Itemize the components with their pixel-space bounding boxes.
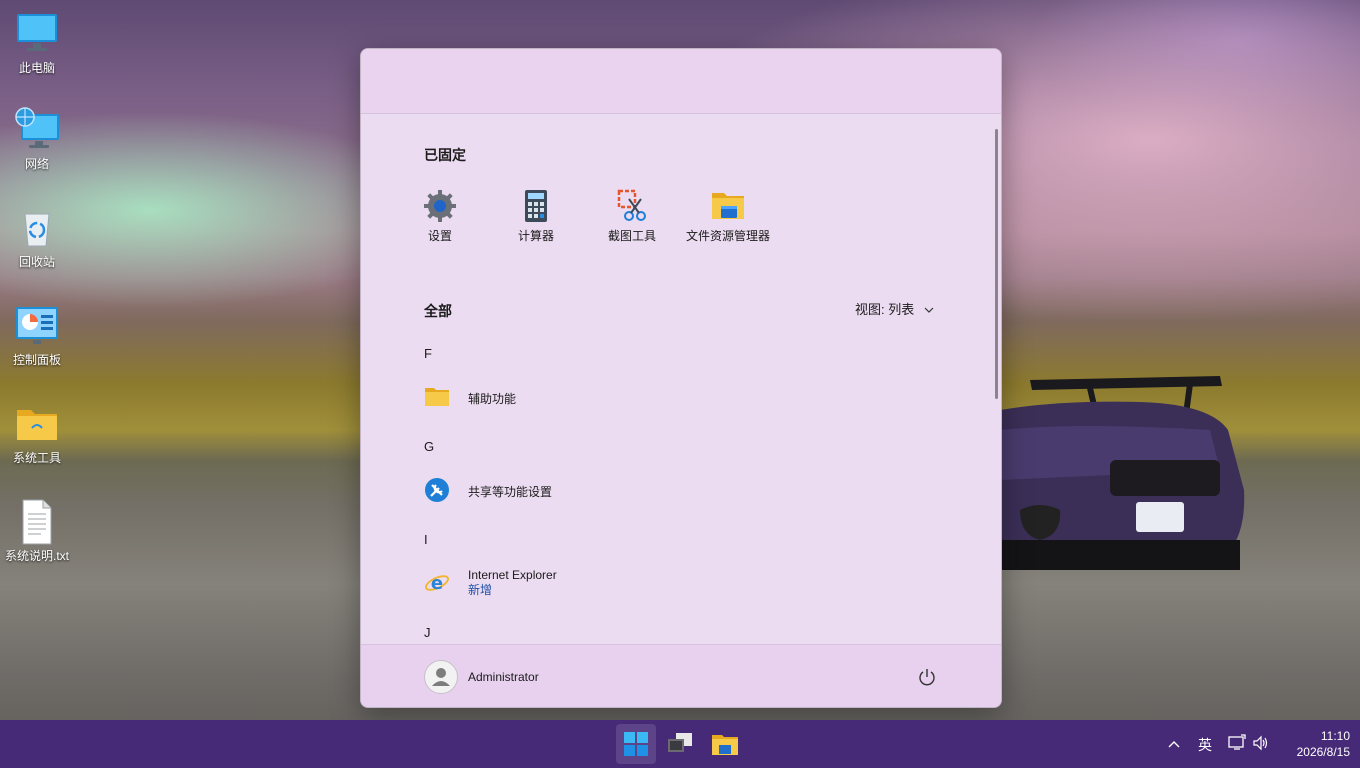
start-menu: 已固定 设置 计算器 截图工具 文件资源管理器 全部 视图: 列表 F 辅助功能… bbox=[360, 48, 1002, 708]
app-list-item-label: 共享等功能设置 bbox=[468, 485, 553, 499]
view-mode-label: 视图: 列表 bbox=[855, 302, 915, 317]
desktop-icon-label: 此电脑 bbox=[18, 61, 55, 75]
file-explorer-icon bbox=[712, 733, 738, 758]
taskbar: 英 11:10 2026/8/15 bbox=[0, 720, 1360, 768]
pinned-app-label: 文件资源管理器 bbox=[685, 229, 770, 243]
control-panel-icon bbox=[13, 302, 61, 350]
desktop-icon-label: 控制面板 bbox=[12, 353, 61, 367]
all-apps-section-title: 全部 bbox=[424, 303, 452, 319]
app-list-item-sharing-settings[interactable]: 共享等功能设置 bbox=[424, 473, 944, 509]
network-icon[interactable] bbox=[1228, 734, 1246, 755]
folder-icon bbox=[13, 400, 61, 448]
desktop-icon-readme[interactable]: 系统说明.txt bbox=[0, 498, 74, 564]
text-file-icon bbox=[13, 498, 61, 546]
desktop-icon-label: 系统工具 bbox=[12, 451, 61, 465]
pinned-section-title: 已固定 bbox=[424, 147, 466, 163]
taskbar-file-explorer-button[interactable] bbox=[704, 724, 744, 764]
windows-logo-icon bbox=[624, 732, 648, 759]
network-icon bbox=[13, 106, 61, 154]
app-list-item-badge: 新增 bbox=[468, 583, 493, 597]
file-explorer-icon bbox=[711, 189, 745, 223]
view-mode-dropdown[interactable]: 视图: 列表 bbox=[855, 299, 934, 318]
desktop-icon-recycle-bin[interactable]: 回收站 bbox=[0, 204, 74, 270]
pinned-app-label: 截图工具 bbox=[607, 229, 656, 243]
desktop-icon-control-panel[interactable]: 控制面板 bbox=[0, 302, 74, 368]
app-group-letter[interactable]: F bbox=[424, 346, 432, 361]
desktop-icon-system-tools[interactable]: 系统工具 bbox=[0, 400, 74, 466]
power-icon[interactable] bbox=[917, 667, 937, 687]
user-name[interactable]: Administrator bbox=[468, 670, 539, 684]
recycle-bin-icon bbox=[13, 204, 61, 252]
app-list-item-label: Internet Explorer bbox=[468, 568, 557, 582]
pinned-app-file-explorer[interactable]: 文件资源管理器 bbox=[680, 189, 776, 244]
desktop-icon-label: 系统说明.txt bbox=[4, 549, 69, 563]
svg-text:e: e bbox=[431, 573, 443, 594]
taskbar-start-button[interactable] bbox=[616, 724, 656, 764]
desktop-icon-network[interactable]: 网络 bbox=[0, 106, 74, 172]
pinned-app-label: 设置 bbox=[427, 229, 452, 243]
chevron-up-icon[interactable] bbox=[1168, 738, 1180, 752]
clock-date: 2026/8/15 bbox=[1296, 745, 1350, 759]
app-list-item-text: Internet Explorer 新增 bbox=[468, 568, 557, 598]
desktop-icon-label: 回收站 bbox=[18, 255, 55, 269]
pinned-app-snipping-tool[interactable]: 截图工具 bbox=[584, 189, 680, 244]
this-pc-icon bbox=[13, 10, 61, 58]
start-search-area bbox=[361, 49, 1001, 114]
internet-explorer-icon: e bbox=[424, 570, 450, 596]
input-method-indicator[interactable]: 英 bbox=[1198, 735, 1212, 755]
calculator-icon bbox=[519, 189, 553, 223]
pinned-app-calculator[interactable]: 计算器 bbox=[488, 189, 584, 244]
app-group-letter[interactable]: J bbox=[424, 625, 431, 640]
taskbar-clock[interactable]: 11:10 2026/8/15 bbox=[1280, 728, 1350, 760]
app-list-item-accessibility[interactable]: 辅助功能 bbox=[424, 380, 944, 416]
pinned-app-settings[interactable]: 设置 bbox=[392, 189, 488, 244]
chevron-down-icon bbox=[924, 303, 934, 318]
app-group-letter[interactable]: G bbox=[424, 439, 434, 454]
desktop-icon-label: 网络 bbox=[24, 157, 49, 171]
app-group-letter[interactable]: I bbox=[424, 532, 428, 547]
app-list-scrollbar[interactable] bbox=[995, 129, 998, 399]
folder-icon bbox=[424, 384, 450, 410]
pinned-app-label: 计算器 bbox=[517, 229, 554, 243]
app-list-item-label: 辅助功能 bbox=[468, 392, 517, 406]
task-view-icon bbox=[668, 733, 692, 758]
volume-icon[interactable] bbox=[1252, 734, 1270, 755]
start-menu-footer: Administrator bbox=[361, 644, 1001, 707]
taskbar-task-view-button[interactable] bbox=[660, 724, 700, 764]
desktop-icon-this-pc[interactable]: 此电脑 bbox=[0, 10, 74, 76]
tools-icon bbox=[424, 477, 450, 503]
snipping-tool-icon bbox=[615, 189, 649, 223]
app-list-item-internet-explorer[interactable]: e Internet Explorer 新增 bbox=[424, 566, 944, 602]
clock-time: 11:10 bbox=[1320, 729, 1350, 743]
gear-icon bbox=[423, 189, 457, 223]
wallpaper-car bbox=[1000, 370, 1270, 580]
avatar[interactable] bbox=[424, 660, 458, 694]
start-search-input[interactable] bbox=[391, 65, 975, 99]
